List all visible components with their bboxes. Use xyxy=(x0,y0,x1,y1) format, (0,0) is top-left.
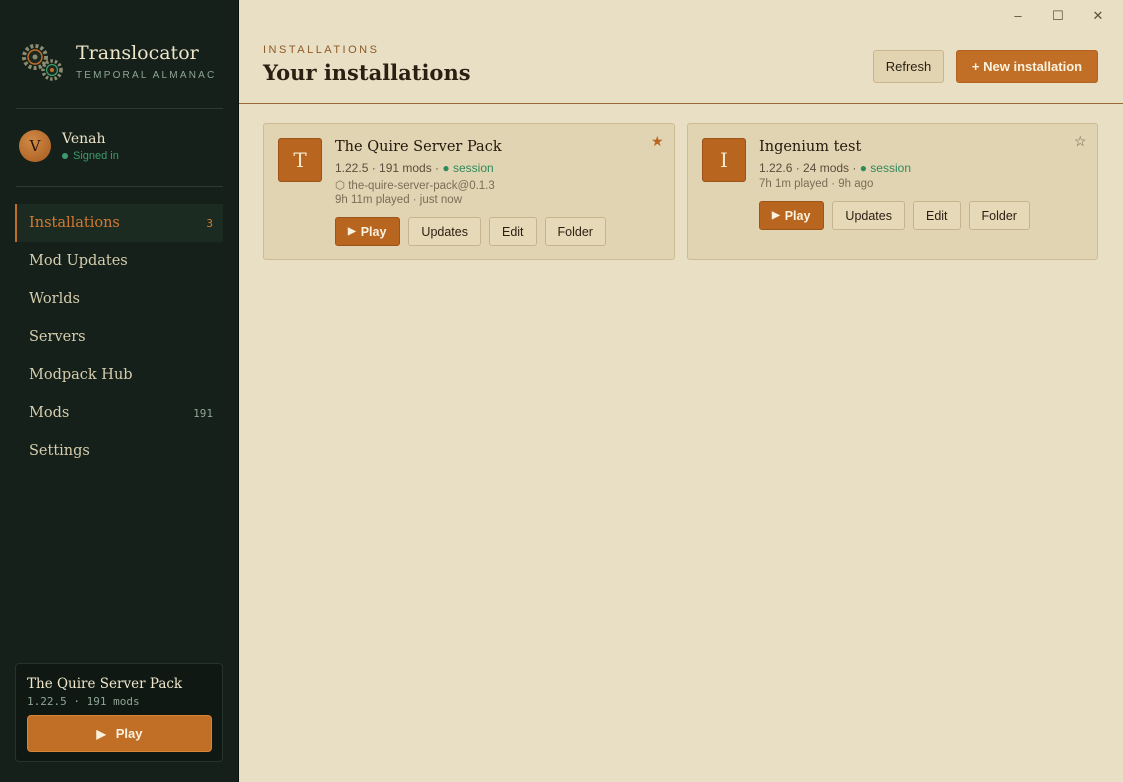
installation-card[interactable]: T The Quire Server Pack 1.22.5 · 191 mod… xyxy=(263,123,675,260)
section-eyebrow: INSTALLATIONS xyxy=(263,44,380,56)
updates-button[interactable]: Updates xyxy=(408,217,481,246)
folder-button[interactable]: Folder xyxy=(544,217,606,246)
quick-launch-play-button[interactable]: ▶ Play xyxy=(27,715,212,752)
card-actions: ▶ Play Updates Edit Folder xyxy=(335,217,614,246)
avatar: V xyxy=(19,130,51,162)
sidebar-item-label: Installations xyxy=(29,215,120,231)
installation-playtime: 7h 1m played · 9h ago xyxy=(759,178,874,190)
sidebar-item-count: 3 xyxy=(206,216,213,230)
installation-meta: 1.22.5 · 191 mods · ● session xyxy=(335,161,494,175)
play-label: Play xyxy=(360,224,387,239)
sidebar-item-label: Mod Updates xyxy=(29,253,128,269)
brand: Translocator TEMPORAL ALMANAC xyxy=(18,40,216,84)
sidebar-item-modpack-hub[interactable]: Modpack Hub xyxy=(15,356,223,394)
sidebar-item-label: Servers xyxy=(29,329,86,345)
app-title: Translocator xyxy=(76,42,199,64)
close-button[interactable]: ✕ xyxy=(1088,8,1108,24)
user-name: Venah xyxy=(62,130,106,147)
edit-button[interactable]: Edit xyxy=(488,217,537,246)
play-label: Play xyxy=(784,208,811,223)
quick-launch-name: The Quire Server Pack xyxy=(27,676,183,692)
installation-name: The Quire Server Pack xyxy=(335,139,502,155)
maximize-button[interactable]: ☐ xyxy=(1048,8,1068,24)
installation-card[interactable]: I Ingenium test 1.22.6 · 24 mods · ● ses… xyxy=(687,123,1098,260)
installation-initial-badge: I xyxy=(702,138,746,182)
user-profile[interactable]: V Venah Signed in xyxy=(19,130,119,162)
divider xyxy=(16,108,223,109)
app-subtitle: TEMPORAL ALMANAC xyxy=(76,70,217,81)
play-icon: ▶ xyxy=(348,226,356,237)
sidebar-item-label: Modpack Hub xyxy=(29,367,133,383)
gears-logo-icon xyxy=(22,44,63,81)
updates-button[interactable]: Updates xyxy=(832,201,905,230)
installation-playtime: 9h 11m played · just now xyxy=(335,194,462,206)
sidebar-item-mods[interactable]: Mods 191 xyxy=(15,394,223,432)
sidebar-item-servers[interactable]: Servers xyxy=(15,318,223,356)
divider xyxy=(16,186,223,187)
play-button[interactable]: ▶ Play xyxy=(759,201,825,230)
user-status-label: Signed in xyxy=(73,149,119,162)
sidebar-item-count: 191 xyxy=(193,406,213,420)
installation-version-mods: 1.22.5 · 191 mods · xyxy=(335,161,443,175)
play-label: Play xyxy=(115,726,143,741)
installation-version-mods: 1.22.6 · 24 mods · xyxy=(759,161,860,175)
sidebar: Translocator TEMPORAL ALMANAC V Venah Si… xyxy=(0,0,239,782)
card-actions: ▶ Play Updates Edit Folder xyxy=(759,201,1038,230)
sidebar-nav: Installations 3 Mod Updates Worlds Serve… xyxy=(15,204,223,470)
installation-initial-badge: T xyxy=(278,138,322,182)
sidebar-item-settings[interactable]: Settings xyxy=(15,432,223,470)
folder-button[interactable]: Folder xyxy=(968,201,1030,230)
sidebar-item-label: Settings xyxy=(29,443,90,459)
play-icon: ▶ xyxy=(772,210,780,221)
sidebar-item-installations[interactable]: Installations 3 xyxy=(15,204,223,242)
new-installation-button[interactable]: + New installation xyxy=(956,50,1098,83)
installation-name: Ingenium test xyxy=(759,139,862,155)
play-icon: ▶ xyxy=(96,726,106,741)
favorite-star-icon[interactable]: ★ xyxy=(651,133,664,150)
refresh-button[interactable]: Refresh xyxy=(873,50,944,83)
sidebar-item-label: Mods xyxy=(29,405,70,421)
installation-meta: 1.22.6 · 24 mods · ● session xyxy=(759,161,911,175)
play-button[interactable]: ▶ Play xyxy=(335,217,401,246)
header-divider xyxy=(239,103,1123,104)
page-title: Your installations xyxy=(263,60,471,85)
online-dot-icon xyxy=(62,152,68,159)
sidebar-item-label: Worlds xyxy=(29,291,80,307)
session-indicator: ● session xyxy=(442,161,494,175)
sidebar-item-worlds[interactable]: Worlds xyxy=(15,280,223,318)
installation-pack-id: ⬡ the-quire-server-pack@0.1.3 xyxy=(335,180,495,192)
minimize-button[interactable]: – xyxy=(1008,8,1028,23)
quick-launch-details: 1.22.5 · 191 mods xyxy=(27,695,140,708)
quick-launch-panel: The Quire Server Pack 1.22.5 · 191 mods … xyxy=(15,663,223,762)
user-status: Signed in xyxy=(62,150,119,162)
favorite-star-icon[interactable]: ☆ xyxy=(1074,133,1087,150)
edit-button[interactable]: Edit xyxy=(912,201,961,230)
sidebar-item-mod-updates[interactable]: Mod Updates xyxy=(15,242,223,280)
session-indicator: ● session xyxy=(859,161,911,175)
